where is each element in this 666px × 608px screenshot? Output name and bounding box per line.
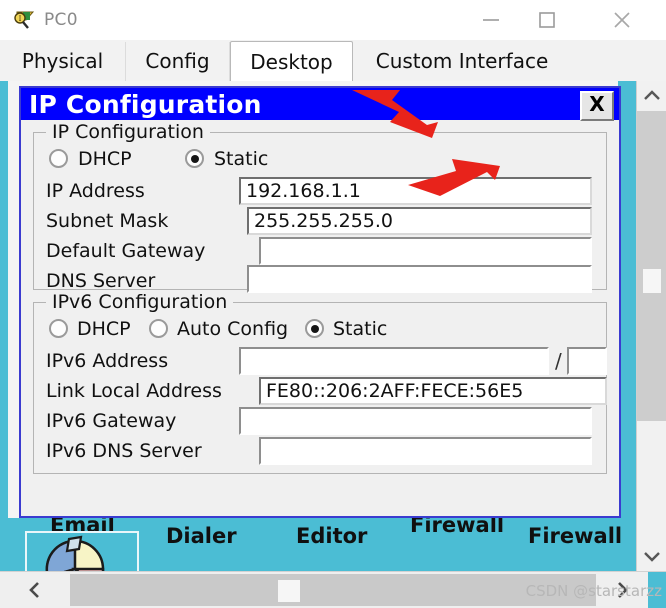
bg-app-tile[interactable] <box>25 531 139 571</box>
window-titlebar: I PC0 <box>0 0 666 41</box>
minimize-icon[interactable] <box>463 0 519 40</box>
desktop-left-strip <box>0 81 8 571</box>
input-ipv6-gateway[interactable] <box>239 407 592 435</box>
input-default-gateway[interactable] <box>259 237 592 265</box>
tab-desktop-label: Desktop <box>250 50 333 74</box>
ipv6-group-legend: IPv6 Configuration <box>46 291 234 313</box>
bg-app-label-editor[interactable]: Editor <box>296 524 367 548</box>
watermark: CSDN @starstarzz <box>525 582 662 600</box>
maximize-icon[interactable] <box>519 0 575 40</box>
radio-ipv6-dhcp[interactable] <box>46 315 74 343</box>
radio-ipv4-static[interactable] <box>182 145 210 173</box>
label-default-gateway: Default Gateway <box>46 240 206 262</box>
bg-app-label-dialer[interactable]: Dialer <box>166 524 237 548</box>
label-ipv6-address: IPv6 Address <box>46 350 169 372</box>
input-ipv6-dns-server[interactable] <box>259 437 592 465</box>
radio-ipv6-static-label: Static <box>333 318 388 340</box>
label-ipv6-gateway: IPv6 Gateway <box>46 410 177 432</box>
input-ip-address[interactable]: 192.168.1.1 <box>239 177 592 205</box>
vertical-scroll-thumb[interactable] <box>637 111 666 421</box>
dialog-titlebar[interactable]: IP Configuration <box>21 88 619 120</box>
dialog-close-button[interactable]: X <box>580 91 614 121</box>
input-link-local-address[interactable]: FE80::206:2AFF:FECE:56E5 <box>259 377 607 405</box>
tab-bar: Physical Config Desktop Custom Interface <box>0 40 666 82</box>
radio-ipv6-auto-config[interactable] <box>146 315 174 343</box>
desktop-content-area: Email Dialer Editor Firewall Firewall IP… <box>0 81 666 571</box>
radio-ipv6-dhcp-label: DHCP <box>77 318 131 340</box>
radio-ipv4-static-label: Static <box>214 148 269 170</box>
packet-tracer-device-icon: I <box>13 9 37 31</box>
input-ipv6-prefix-length[interactable] <box>567 347 607 375</box>
vertical-scrollbar[interactable] <box>636 81 666 571</box>
tab-config[interactable]: Config <box>126 42 230 81</box>
scroll-up-icon[interactable] <box>637 81 666 111</box>
input-dns-server[interactable] <box>247 265 592 293</box>
vertical-scroll-thumb-grip <box>643 269 661 293</box>
svg-text:I: I <box>19 15 22 23</box>
scroll-down-icon[interactable] <box>637 541 666 571</box>
ipv4-group-legend: IP Configuration <box>46 121 210 143</box>
label-ipv6-dns-server: IPv6 DNS Server <box>46 440 202 462</box>
ip-configuration-dialog: IP Configuration X IP Configuration DHCP… <box>19 86 621 518</box>
close-icon[interactable] <box>587 0 657 40</box>
ipv4-configuration-group: IP Configuration DHCP Static IP Address … <box>33 121 607 293</box>
radio-ipv4-dhcp[interactable] <box>46 145 74 173</box>
tab-config-label: Config <box>145 49 210 73</box>
input-ipv6-address[interactable] <box>239 347 549 375</box>
dialog-title: IP Configuration <box>29 90 262 119</box>
input-subnet-mask[interactable]: 255.255.255.0 <box>247 207 592 235</box>
label-link-local-address: Link Local Address <box>46 380 222 402</box>
ipv6-prefix-separator: / <box>555 349 562 373</box>
vertical-scroll-track[interactable] <box>637 111 666 541</box>
window-title: PC0 <box>44 10 78 30</box>
pc0-window: I PC0 Physical Config Desktop Custom Int… <box>0 0 666 608</box>
label-ip-address: IP Address <box>46 180 145 202</box>
radio-ipv6-auto-config-label: Auto Config <box>177 318 289 340</box>
radio-ipv4-dhcp-label: DHCP <box>78 148 132 170</box>
bg-app-label-firewall-2[interactable]: Firewall <box>528 524 622 548</box>
tab-physical-label: Physical <box>21 49 104 73</box>
bottom-clipped-text <box>0 600 666 607</box>
tab-custom-interface[interactable]: Custom Interface <box>353 42 571 81</box>
tab-custom-interface-label: Custom Interface <box>375 49 549 73</box>
tab-desktop[interactable]: Desktop <box>230 41 353 82</box>
radio-ipv6-static[interactable] <box>302 315 330 343</box>
tab-physical[interactable]: Physical <box>0 42 126 81</box>
ipv6-configuration-group: IPv6 Configuration DHCP Auto Config Stat… <box>33 291 607 474</box>
horizontal-scroll-thumb[interactable] <box>278 580 300 602</box>
label-subnet-mask: Subnet Mask <box>46 210 169 232</box>
